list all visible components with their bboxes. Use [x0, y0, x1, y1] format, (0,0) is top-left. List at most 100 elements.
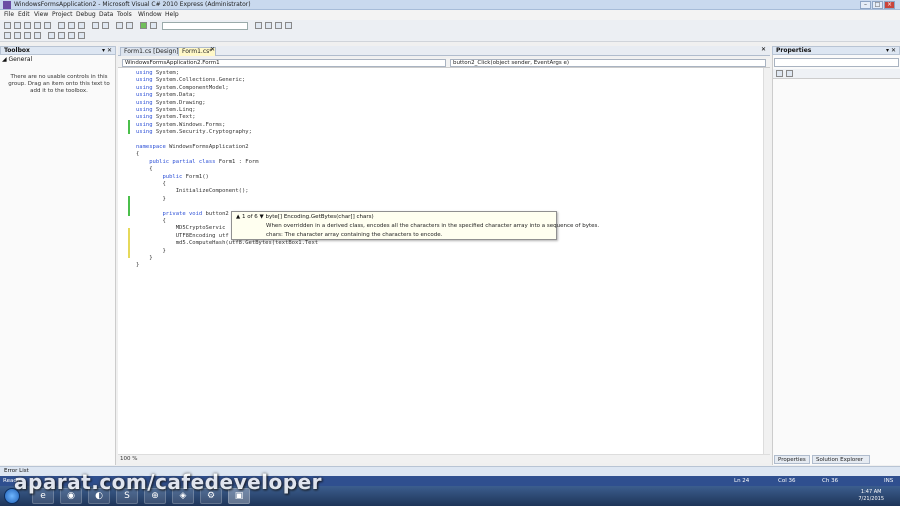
code-line[interactable]: UTF8Encoding utf [136, 233, 229, 239]
close-document-icon[interactable]: ✕ [761, 46, 766, 53]
type-combo[interactable]: WindowsFormsApplication2.Form1 [122, 59, 446, 67]
status-column: Col 36 [778, 478, 796, 484]
code-line[interactable]: { [136, 218, 165, 224]
find-combo[interactable] [162, 22, 248, 30]
open-icon[interactable] [24, 22, 31, 29]
uncomment-icon[interactable] [14, 32, 21, 39]
code-line[interactable]: public Form1() [136, 174, 209, 180]
horizontal-scrollbar[interactable]: 100 % [118, 454, 770, 463]
menu-bar: File Edit View Project Debug Data Tools … [0, 10, 900, 20]
code-editor[interactable]: using System; using System.Collections.Ge… [118, 68, 763, 454]
properties-title: Properties [776, 47, 812, 54]
copy-icon[interactable] [68, 22, 75, 29]
alphabetical-icon[interactable] [786, 70, 793, 77]
prev-bookmark-icon[interactable] [58, 32, 65, 39]
properties-toolbar [773, 69, 900, 79]
properties-window-icon[interactable] [265, 22, 272, 29]
code-line[interactable]: } [136, 262, 139, 268]
menu-tools[interactable]: Tools [117, 11, 132, 18]
code-line[interactable]: MD5CryptoServic [136, 225, 226, 231]
menu-window[interactable]: Window [138, 11, 162, 18]
code-line[interactable]: using System.Windows.Forms; [136, 122, 225, 128]
start-debugging-icon[interactable] [140, 22, 147, 29]
code-line[interactable]: using System.Collections.Generic; [136, 77, 245, 83]
navigation-bar: WindowsFormsApplication2.Form1 button2_C… [118, 58, 770, 68]
maximize-button[interactable]: □ [872, 1, 883, 9]
code-line[interactable]: public partial class Form1 : Form [136, 159, 258, 165]
code-line[interactable]: } [136, 248, 165, 254]
code-line[interactable]: } [136, 255, 152, 261]
start-page-icon[interactable] [285, 22, 292, 29]
toolbox-group-general[interactable]: ◢ General [2, 56, 32, 63]
code-line[interactable]: using System.Drawing; [136, 100, 206, 106]
code-line[interactable]: { [136, 181, 165, 187]
code-line[interactable]: md5.ComputeHash(utf8.GetBytes(textBox1.T… [136, 240, 318, 246]
menu-view[interactable]: View [34, 11, 48, 18]
menu-project[interactable]: Project [52, 11, 73, 18]
categorized-icon[interactable] [776, 70, 783, 77]
undo-icon[interactable] [92, 22, 99, 29]
new-project-icon[interactable] [4, 22, 11, 29]
code-line[interactable]: using System; [136, 70, 179, 76]
member-combo[interactable]: button2_Click(object sender, EventArgs e… [450, 59, 766, 67]
clock[interactable]: 1:47 AM 7/21/2015 [858, 489, 884, 503]
toolbox-empty-message: There are no usable controls in this gro… [8, 74, 110, 94]
add-item-icon[interactable] [14, 22, 21, 29]
comment-icon[interactable] [4, 32, 11, 39]
code-line[interactable]: { [136, 151, 139, 157]
tab-form1-design[interactable]: Form1.cs [Design]* [120, 47, 186, 56]
code-line[interactable]: using System.ComponentModel; [136, 85, 229, 91]
navigate-back-icon[interactable] [116, 22, 123, 29]
find-icon[interactable] [150, 22, 157, 29]
menu-help[interactable]: Help [165, 11, 179, 18]
menu-data[interactable]: Data [99, 11, 113, 18]
code-line[interactable]: using System.Text; [136, 114, 196, 120]
pin-icon[interactable]: ▾ ✕ [886, 47, 896, 54]
clock-time: 1:47 AM [860, 489, 882, 495]
parameter-info-tooltip: ▲ 1 of 6 ▼ byte[] Encoding.GetBytes(char… [231, 211, 599, 240]
zoom-level[interactable]: 100 % [120, 456, 137, 462]
code-line[interactable]: InitializeComponent(); [136, 188, 249, 194]
tab-solution-explorer[interactable]: Solution Explorer [812, 455, 870, 464]
code-line[interactable]: using System.Data; [136, 92, 196, 98]
close-tab-icon[interactable]: ✕ [210, 46, 215, 53]
outdent-icon[interactable] [34, 32, 41, 39]
minimize-button[interactable]: – [860, 1, 871, 9]
paste-icon[interactable] [78, 22, 85, 29]
code-line[interactable]: using System.Security.Cryptography; [136, 129, 252, 135]
tooltip-parameter: chars: The character array containing th… [266, 232, 443, 238]
code-line[interactable]: { [136, 166, 152, 172]
toolbar [0, 20, 900, 42]
toolbox-window-icon[interactable] [275, 22, 282, 29]
navigate-forward-icon[interactable] [126, 22, 133, 29]
object-combo[interactable] [774, 58, 899, 67]
status-line: Ln 24 [734, 478, 750, 484]
next-bookmark-icon[interactable] [68, 32, 75, 39]
save-all-icon[interactable] [44, 22, 51, 29]
save-icon[interactable] [34, 22, 41, 29]
menu-debug[interactable]: Debug [76, 11, 96, 18]
tab-properties[interactable]: Properties [774, 455, 810, 464]
code-line[interactable]: namespace WindowsFormsApplication2 [136, 144, 249, 150]
clock-date: 7/21/2015 [858, 496, 884, 502]
properties-panel [772, 55, 900, 465]
pin-icon[interactable]: ▾ ✕ [102, 47, 112, 54]
vertical-scrollbar[interactable] [763, 68, 770, 454]
changed-lines-marker [128, 120, 130, 134]
menu-edit[interactable]: Edit [18, 11, 30, 18]
bookmark-icon[interactable] [48, 32, 55, 39]
clear-bookmarks-icon[interactable] [78, 32, 85, 39]
cut-icon[interactable] [58, 22, 65, 29]
properties-header: Properties ▾ ✕ [772, 46, 900, 55]
indent-icon[interactable] [24, 32, 31, 39]
close-button[interactable]: × [884, 1, 895, 9]
code-line[interactable]: private void button2 [136, 211, 229, 217]
code-line[interactable]: using System.Linq; [136, 107, 196, 113]
code-line[interactable]: } [136, 196, 165, 202]
tooltip-signature[interactable]: ▲ 1 of 6 ▼ byte[] Encoding.GetBytes(char… [236, 214, 374, 220]
watermark: aparat.com/cafedeveloper [14, 470, 323, 494]
solution-explorer-icon[interactable] [255, 22, 262, 29]
redo-icon[interactable] [102, 22, 109, 29]
menu-file[interactable]: File [4, 11, 14, 18]
changed-lines-marker [128, 228, 130, 258]
